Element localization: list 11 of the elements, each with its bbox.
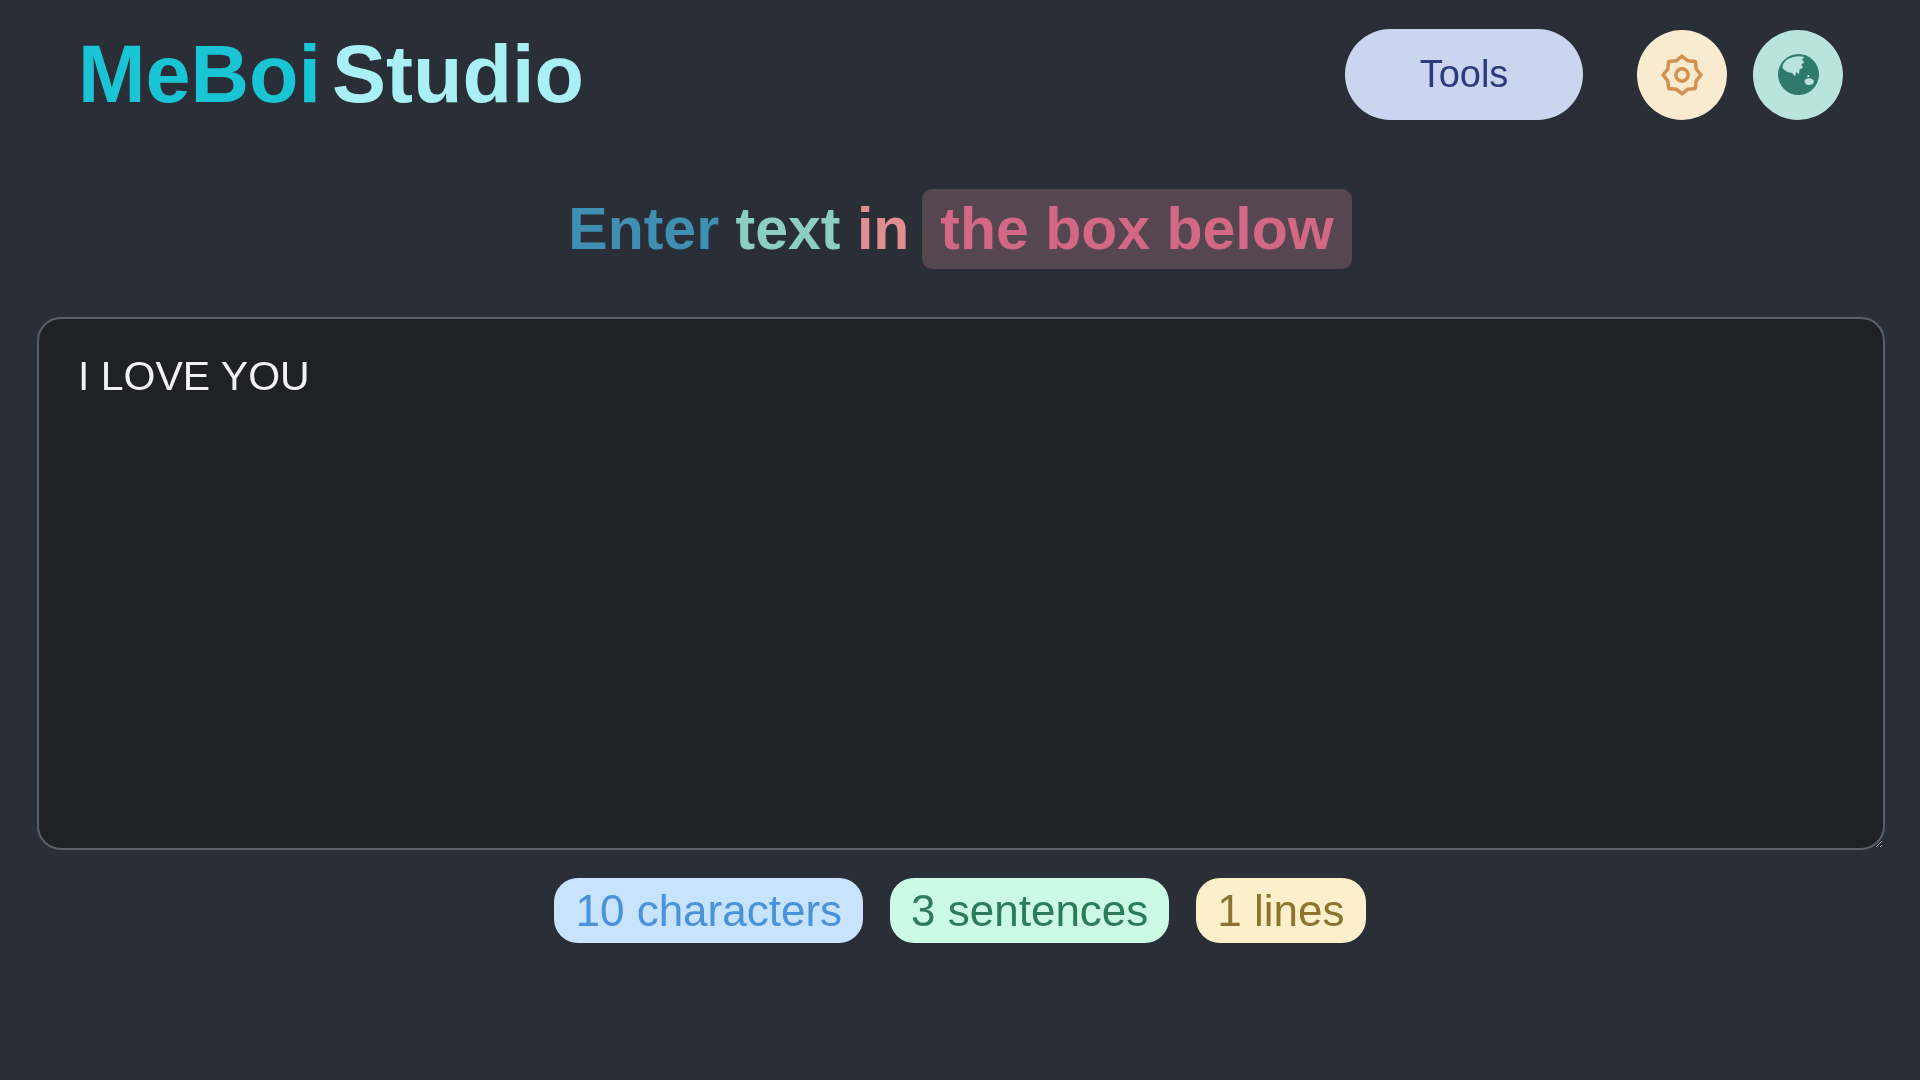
- logo-text: Studio: [332, 34, 584, 115]
- stat-label: 3 sentences: [890, 878, 1170, 943]
- heading-text: Enter text in: [568, 195, 910, 263]
- stat-label: 1 lines: [1196, 878, 1366, 943]
- text-input-field[interactable]: I LOVE YOU: [37, 317, 1885, 850]
- highlighted-text: the box below: [922, 189, 1352, 269]
- settings-icon: [1661, 53, 1703, 96]
- globe-icon: [1777, 54, 1819, 95]
- stat-label: 10 characters: [554, 878, 864, 943]
- tools-button[interactable]: Tools: [1345, 29, 1583, 120]
- logo-text: MeBoi: [78, 34, 321, 115]
